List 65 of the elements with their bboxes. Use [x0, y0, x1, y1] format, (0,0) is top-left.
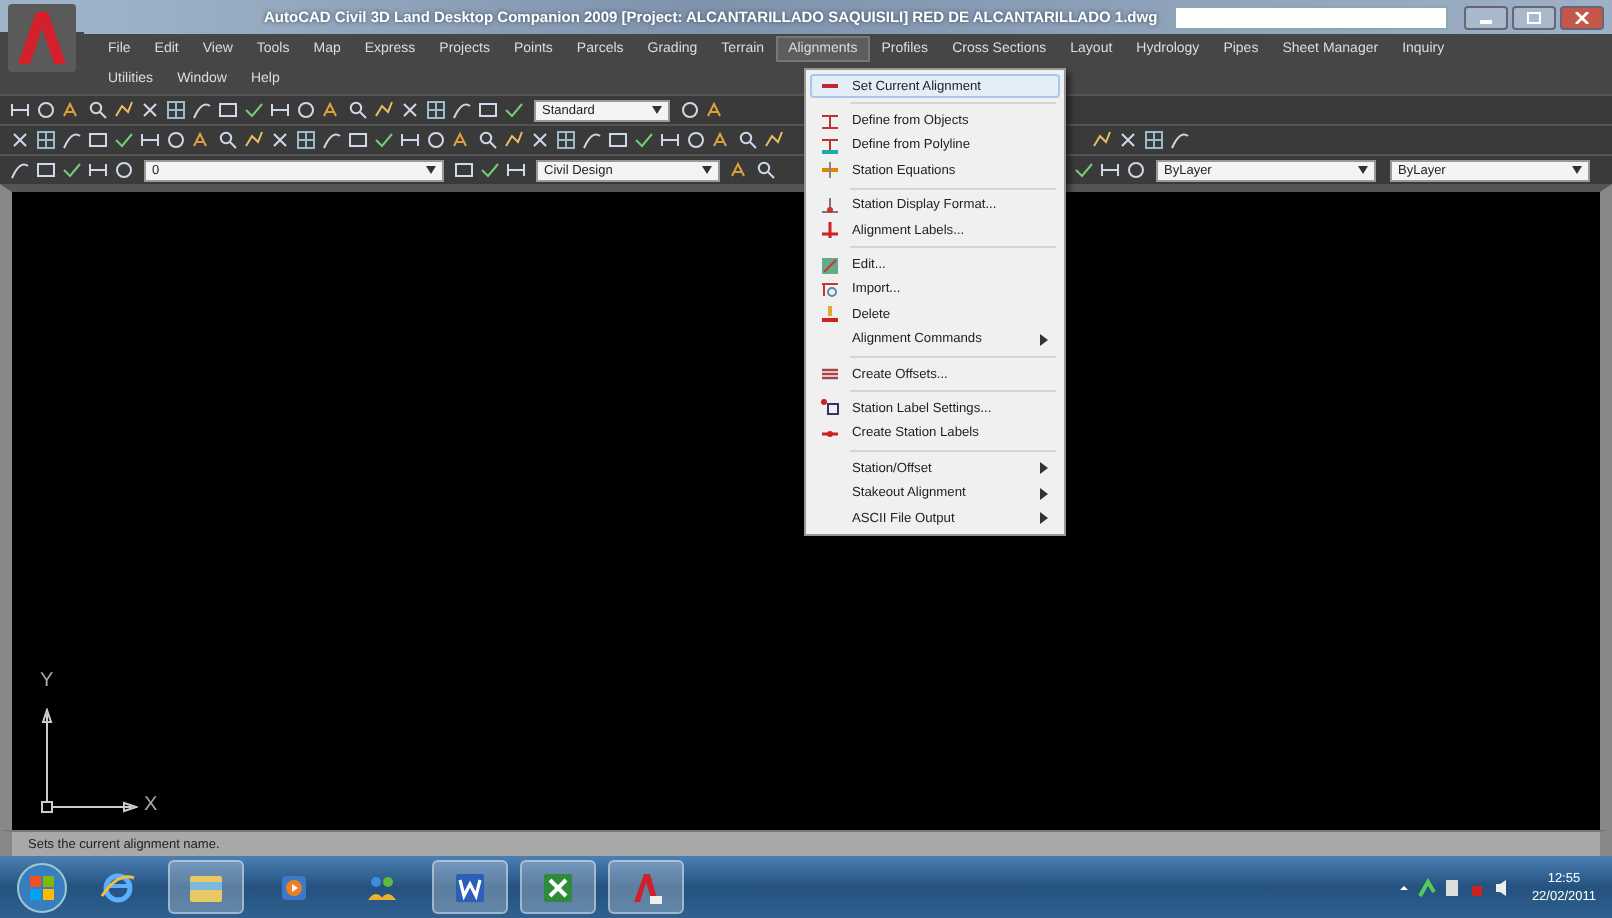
menu-item-icon [820, 195, 840, 216]
tool-icon[interactable] [400, 130, 420, 150]
tool-icon[interactable] [36, 130, 56, 150]
close-button[interactable] [1560, 5, 1604, 29]
minimize-button[interactable] [1464, 5, 1508, 29]
tool-icon[interactable] [730, 160, 750, 180]
taskbar-button[interactable] [432, 860, 508, 914]
tool-icon[interactable] [166, 100, 186, 120]
x-axis-label: X [144, 794, 158, 816]
tool-icon[interactable] [530, 130, 550, 150]
caret-icon [702, 166, 712, 174]
tool-icon[interactable] [10, 130, 30, 150]
tool-icon[interactable] [1118, 130, 1138, 150]
tool-icon[interactable] [706, 100, 726, 120]
menu-item-icon [820, 111, 840, 132]
tool-icon[interactable] [270, 130, 290, 150]
tool-icon[interactable] [452, 130, 472, 150]
menu-item-icon [820, 255, 840, 276]
submenu-arrow-icon [1040, 333, 1048, 346]
tool-icon[interactable] [478, 130, 498, 150]
taskbar-button[interactable] [608, 860, 684, 914]
menu-item-icon [820, 160, 840, 181]
tool-icon[interactable] [660, 130, 680, 150]
tool-icon[interactable] [426, 100, 446, 120]
tool-icon[interactable] [506, 160, 526, 180]
ucs-axis-drawing [40, 708, 138, 814]
tool-icon[interactable] [140, 100, 160, 120]
tool-icon[interactable] [1100, 160, 1120, 180]
close-icon [1574, 11, 1590, 23]
tool-icon[interactable] [62, 100, 82, 120]
menu-item-icon [820, 135, 840, 156]
tool-icon[interactable] [556, 130, 576, 150]
taskbar-button[interactable] [520, 860, 596, 914]
maximize-button[interactable] [1512, 5, 1556, 29]
tool-icon[interactable] [296, 130, 316, 150]
tool-icon[interactable] [764, 130, 784, 150]
caret-icon [426, 166, 436, 174]
search-field[interactable] [1173, 5, 1448, 29]
caret-icon [1572, 166, 1582, 174]
maximize-icon [1526, 11, 1542, 23]
taskbar-button[interactable] [168, 860, 244, 914]
tool-icon[interactable] [88, 160, 108, 180]
menu-item-icon [820, 364, 840, 385]
tool-icon[interactable] [10, 100, 30, 120]
tool-icon[interactable] [270, 100, 290, 120]
caret-icon [1358, 166, 1368, 174]
tool-icon[interactable] [1170, 130, 1190, 150]
tool-icon[interactable] [322, 100, 342, 120]
tool-icon[interactable] [712, 130, 732, 150]
start-button[interactable] [16, 861, 68, 913]
menu-item-icon [820, 398, 840, 419]
menu-item-icon [820, 279, 840, 300]
tool-icon[interactable] [400, 100, 420, 120]
y-axis-label: Y [40, 670, 54, 692]
menu-item-icon [820, 220, 840, 241]
tool-icon[interactable] [1144, 130, 1164, 150]
tool-icon[interactable] [140, 130, 160, 150]
tool-icon[interactable] [738, 130, 758, 150]
tool-icon[interactable] [756, 160, 776, 180]
menu-item-icon [820, 304, 840, 325]
caret-icon [652, 106, 662, 114]
tool-icon[interactable] [218, 130, 238, 150]
tool-icon[interactable] [348, 100, 368, 120]
tool-icon[interactable] [192, 130, 212, 150]
tool-icon[interactable] [88, 100, 108, 120]
